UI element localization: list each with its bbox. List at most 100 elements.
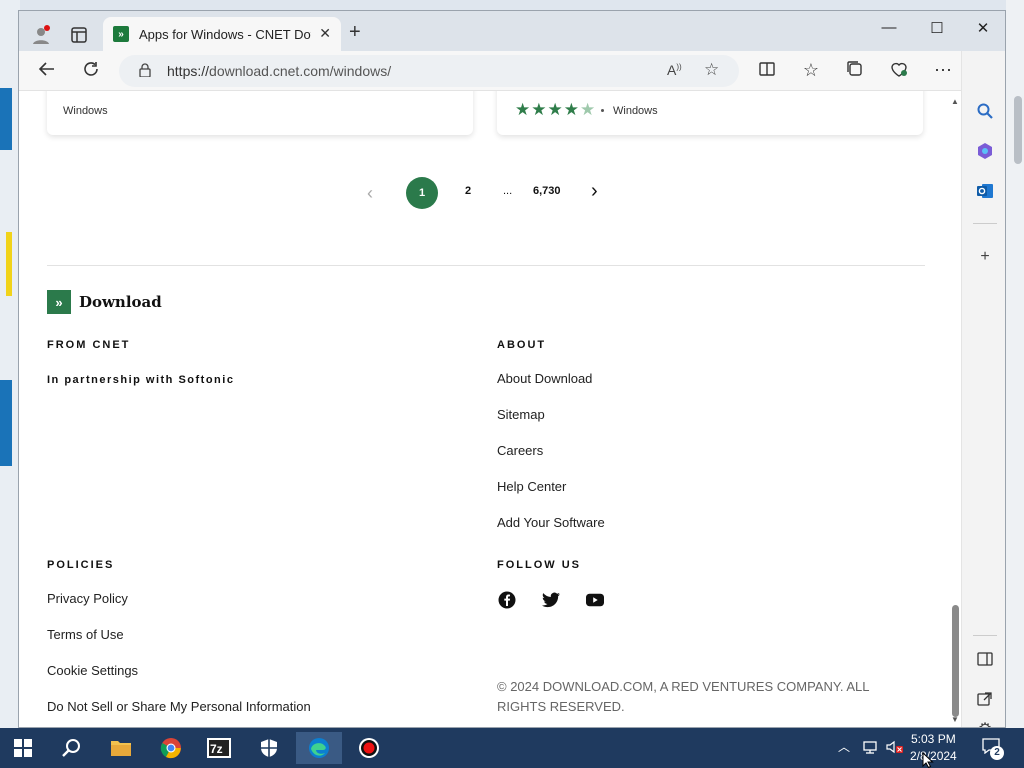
pagination-current-page[interactable]: 1 [406,177,438,209]
page-content: Windows ★ ★ ★ ★ ★ Windows ‹ 1 2 ... 6,730 › … [19,91,951,727]
card-platform-label: Windows [613,105,658,117]
lock-icon[interactable] [139,63,151,77]
pagination-last-page[interactable]: 6,730 [533,185,561,197]
windows-logo-icon [14,739,32,757]
rating-stars: ★ ★ ★ ★ ★ [515,101,595,119]
youtube-icon[interactable] [586,591,604,609]
record-icon [359,738,379,758]
do-not-sell-link[interactable]: Do Not Sell or Share My Personal Informa… [47,699,311,714]
pagination-page-2[interactable]: 2 [465,185,471,197]
shield-icon [261,739,277,757]
card-platform-label: Windows [63,105,108,117]
taskbar-search-button[interactable] [48,732,94,764]
tab-bar: » Apps for Windows - CNET Download ✕ + —… [19,11,1005,51]
start-button[interactable] [0,732,46,764]
network-icon[interactable] [862,740,878,757]
app-card[interactable]: Windows [47,91,473,135]
twitter-icon[interactable] [542,591,560,609]
about-heading: ABOUT [497,339,547,351]
taskbar-security[interactable] [246,732,292,764]
desktop-highlight [6,232,12,296]
split-screen-icon[interactable] [755,60,779,82]
address-toolbar: https://download.cnet.com/windows/ A)) ☆… [19,51,1005,91]
sitemap-link[interactable]: Sitemap [497,407,545,422]
pagination-next-button[interactable]: › [591,180,598,203]
from-cnet-heading: FROM CNET [47,339,131,351]
read-aloud-icon[interactable]: A)) [667,62,682,78]
sidebar-hide-icon[interactable] [973,647,997,671]
star-icon: ★ [547,100,563,119]
refresh-icon[interactable] [79,60,103,82]
logo-text: Download [79,293,162,311]
close-window-button[interactable]: ✕ [971,19,995,39]
star-icon: ★ [563,100,579,119]
cookie-settings-link[interactable]: Cookie Settings [47,663,138,678]
scroll-down-arrow-icon[interactable]: ▼ [951,715,959,724]
chrome-icon [160,738,181,759]
tab-active[interactable]: » Apps for Windows - CNET Download ✕ [103,17,341,51]
tray-chevron-icon[interactable]: ︿ [838,738,850,755]
favorite-star-icon[interactable]: ☆ [704,60,719,80]
sidebar-separator [973,635,997,636]
more-menu-icon[interactable]: ⋯ [931,60,955,82]
taskbar-7zip[interactable]: 7z [196,732,242,764]
search-icon [62,739,80,757]
terms-of-use-link[interactable]: Terms of Use [47,627,124,642]
notification-center-button[interactable]: 2 [982,738,1004,760]
browser-essentials-icon[interactable] [887,60,911,82]
7zip-icon: 7z [207,738,231,758]
download-favicon-icon: » [113,26,129,42]
separator-dot [601,109,604,112]
sidebar-open-external-icon[interactable] [973,687,997,711]
copyright-text: © 2024 DOWNLOAD.COM, A RED VENTURES COMP… [497,679,869,714]
desktop-window-edge [0,380,12,466]
edge-sidebar: + ⚙ [961,51,1005,727]
careers-link[interactable]: Careers [497,443,543,458]
sidebar-copilot-icon[interactable] [973,139,997,163]
star-icon: ★ [531,100,547,119]
footer-divider [47,265,925,266]
url-path: download.cnet.com/windows/ [209,63,392,79]
star-icon: ★ [515,100,531,119]
taskbar-file-explorer[interactable] [98,732,144,764]
sidebar-search-icon[interactable] [973,99,997,123]
scroll-up-arrow-icon[interactable]: ▲ [951,97,959,106]
sidebar-add-icon[interactable]: + [973,245,997,269]
tab-actions-icon[interactable] [67,23,91,47]
sidebar-settings-icon[interactable]: ⚙ [973,717,997,727]
policies-heading: POLICIES [47,559,115,571]
url-prefix: https:// [167,63,210,79]
download-logo-icon: » [47,290,71,314]
taskbar-chrome[interactable] [148,732,194,764]
desktop-window-edge [0,88,12,150]
privacy-policy-link[interactable]: Privacy Policy [47,591,128,606]
new-tab-button[interactable]: + [349,22,361,42]
collections-icon[interactable] [843,60,867,82]
favorites-icon[interactable]: ☆ [799,60,823,82]
footer-logo[interactable]: » Download [47,290,162,314]
help-center-link[interactable]: Help Center [497,479,566,494]
desktop-background-right [1006,0,1024,728]
taskbar-recorder[interactable] [346,732,392,764]
pagination-prev-button[interactable]: ‹ [367,183,373,204]
browser-window: » Apps for Windows - CNET Download ✕ + —… [18,10,1006,728]
close-tab-icon[interactable]: ✕ [319,25,331,42]
app-card[interactable]: ★ ★ ★ ★ ★ Windows [497,91,923,135]
scrollbar-thumb[interactable] [952,605,959,717]
mouse-cursor-icon [922,752,934,768]
about-download-link[interactable]: About Download [497,371,592,386]
facebook-icon[interactable] [498,591,516,609]
page-scrollbar[interactable]: ▲ ▼ [951,91,961,727]
volume-muted-icon[interactable] [886,740,904,757]
sidebar-outlook-icon[interactable] [973,179,997,203]
taskbar-edge[interactable] [296,732,342,764]
back-arrow-icon[interactable] [35,60,59,82]
maximize-button[interactable]: ☐ [925,19,949,39]
minimize-button[interactable]: — [877,19,901,39]
address-bar[interactable]: https://download.cnet.com/windows/ A)) ☆ [119,55,739,87]
notification-count-badge: 2 [990,746,1004,760]
background-scrollbar [1014,96,1022,164]
add-your-software-link[interactable]: Add Your Software [497,515,605,530]
profile-icon[interactable] [29,23,53,47]
svg-text:7z: 7z [210,742,223,756]
